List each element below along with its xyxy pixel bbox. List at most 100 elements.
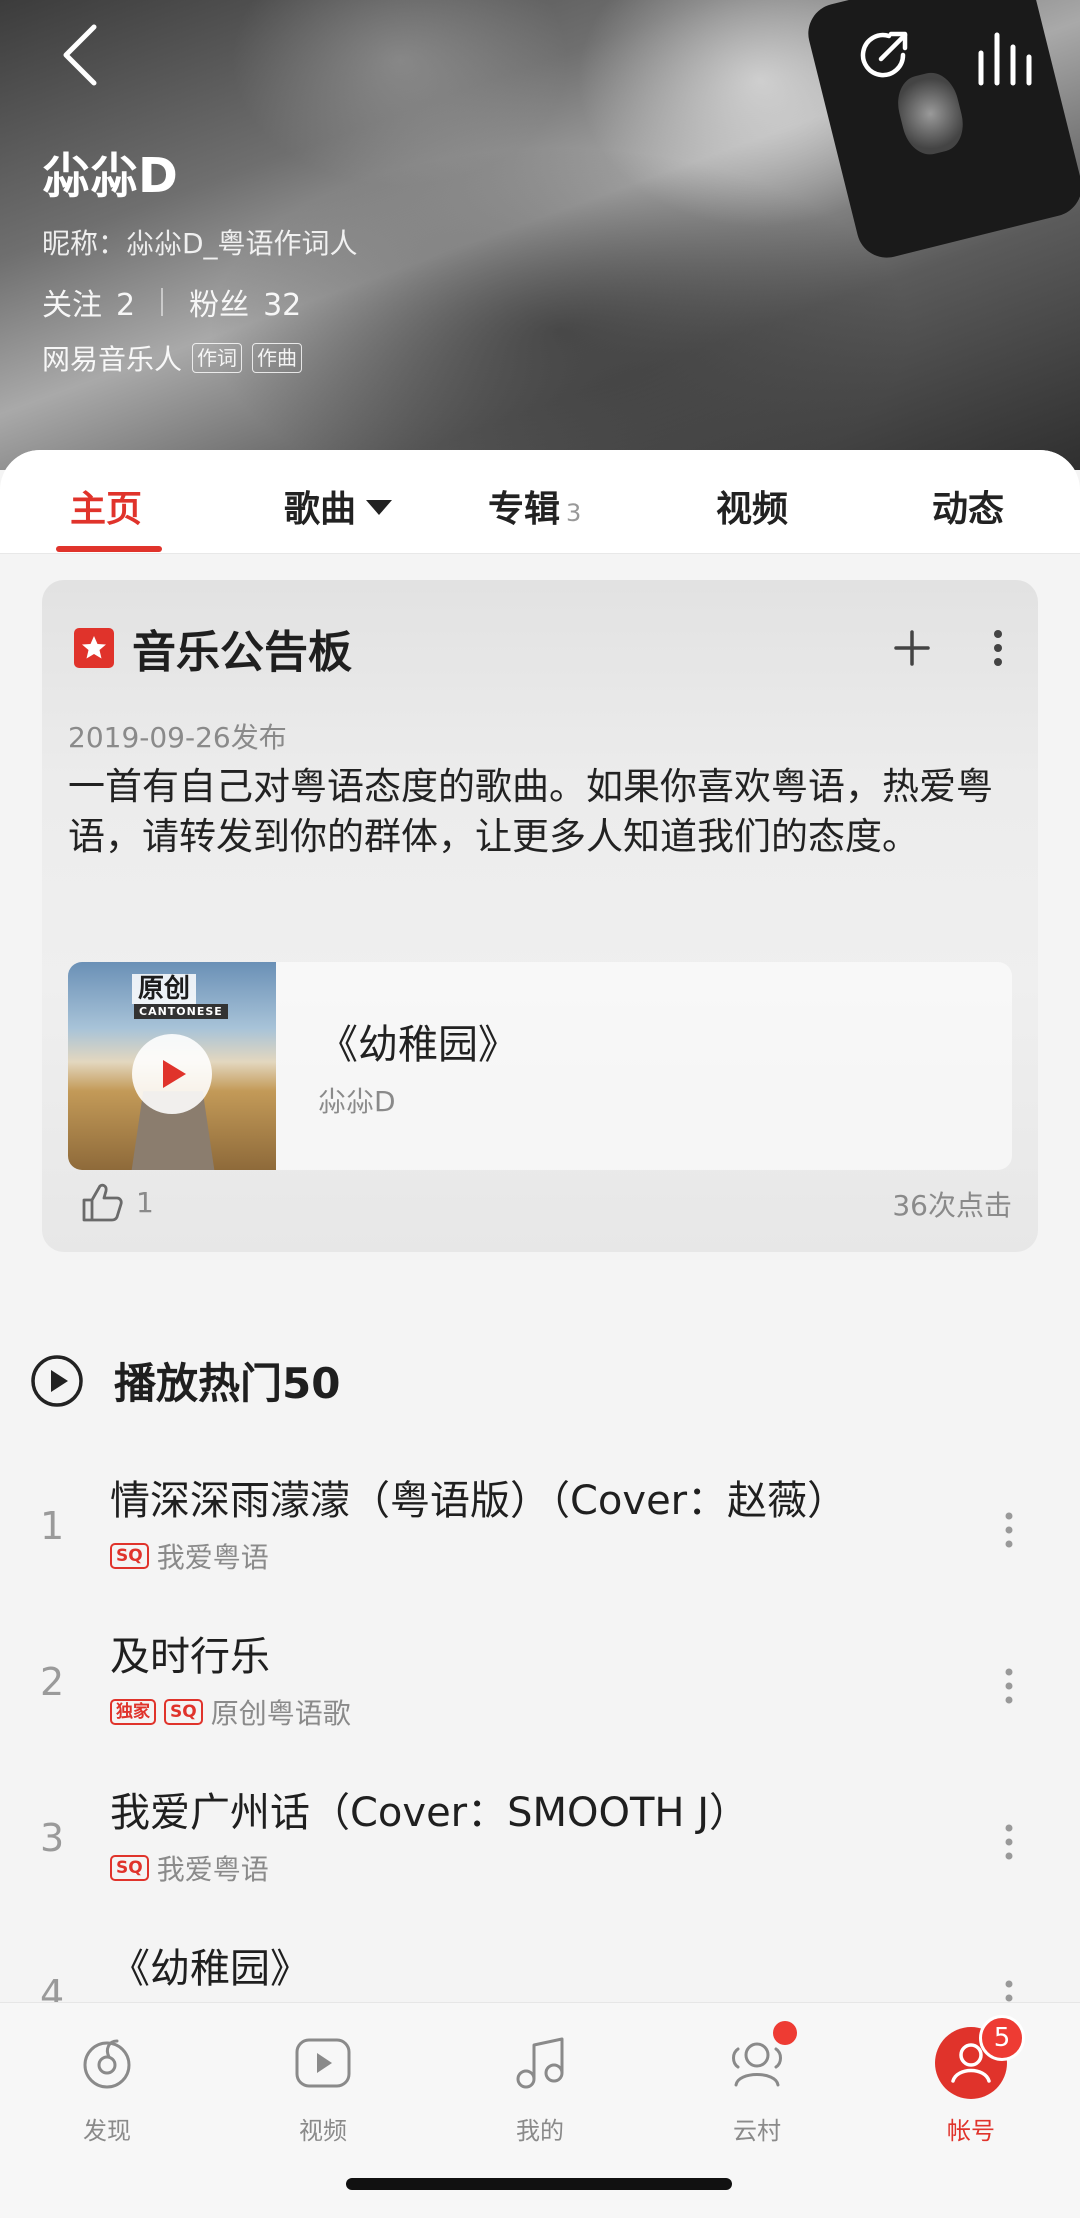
song-cover: 原创 CANTONESE bbox=[68, 962, 276, 1170]
more-vertical-icon bbox=[1005, 1668, 1013, 1704]
artist-header: 尛尛D 昵称：尛尛D_粤语作词人 关注 2 粉丝 32 网易音乐人 作词 作曲 bbox=[0, 0, 1080, 470]
bookmark-star-icon bbox=[74, 628, 114, 668]
sq-badge: SQ bbox=[164, 1699, 203, 1725]
track-more-button[interactable] bbox=[994, 1656, 1024, 1716]
track-album: 原创粤语歌 bbox=[210, 1697, 351, 1730]
track-title: 情深深雨濛濛（粤语版）（Cover：赵薇） bbox=[110, 1478, 848, 1524]
more-vertical-icon bbox=[1005, 1824, 1013, 1860]
home-indicator bbox=[346, 2178, 732, 2190]
share-button[interactable] bbox=[850, 20, 920, 90]
song-artist: 尛尛D bbox=[318, 1085, 396, 1118]
back-arrow-icon bbox=[63, 24, 97, 86]
artist-nickname: 昵称：尛尛D_粤语作词人 bbox=[42, 227, 358, 260]
nav-community-label: 云村 bbox=[733, 2117, 781, 2145]
track-meta: SQ 我爱粤语 bbox=[110, 1536, 269, 1576]
bulletin-header: 音乐公告板 bbox=[74, 616, 352, 680]
fans-count: 32 bbox=[263, 288, 302, 323]
composer-tag: 作曲 bbox=[252, 343, 303, 373]
video-icon bbox=[295, 2038, 351, 2088]
lyricist-tag: 作词 bbox=[192, 343, 243, 373]
like-count: 1 bbox=[136, 1185, 154, 1219]
track-more-button[interactable] bbox=[994, 1500, 1024, 1560]
tab-home[interactable]: 主页 bbox=[70, 480, 142, 532]
track-meta: SQ 我爱粤语 bbox=[110, 1848, 269, 1888]
back-button[interactable] bbox=[50, 20, 110, 90]
track-number: 1 bbox=[40, 1504, 65, 1548]
musician-badges: 网易音乐人 作词 作曲 bbox=[42, 338, 303, 378]
nav-community[interactable]: 云村 bbox=[692, 2021, 822, 2146]
nav-account[interactable]: 5 帐号 bbox=[906, 2015, 1036, 2146]
track-title: 及时行乐 bbox=[110, 1634, 270, 1680]
track-title: 《幼稚园》 bbox=[110, 1946, 310, 1992]
music-bulletin-card: 音乐公告板 2019-09-26发布 一首有自己对粤语态度的歌曲。如果你喜欢粤语… bbox=[42, 580, 1038, 1252]
follow-separator bbox=[161, 288, 164, 316]
nav-video[interactable]: 视频 bbox=[258, 2021, 388, 2146]
profile-content: 主页 歌曲 专辑 3 视频 动态 音乐公告板 2019-09-26发布 一首有自… bbox=[0, 450, 1080, 2218]
track-more-button[interactable] bbox=[994, 1812, 1024, 1872]
account-badge: 5 bbox=[979, 2015, 1025, 2061]
tab-videos-label: 视频 bbox=[716, 489, 789, 530]
cover-logo-text: 原创 bbox=[132, 974, 197, 1004]
musician-label: 网易音乐人 bbox=[42, 343, 183, 376]
following-link[interactable]: 关注 2 bbox=[42, 280, 135, 324]
fans-label: 粉丝 bbox=[189, 288, 250, 323]
track-album: 我爱粤语 bbox=[156, 1541, 269, 1574]
fans-link[interactable]: 粉丝 32 bbox=[189, 280, 301, 324]
follow-stats: 关注 2 粉丝 32 bbox=[42, 280, 301, 324]
thumbs-up-icon bbox=[82, 1183, 123, 1222]
track-row[interactable]: 1 情深深雨濛濛（粤语版）（Cover：赵薇） SQ 我爱粤语 bbox=[0, 1460, 1080, 1610]
bulletin-song[interactable]: 原创 CANTONESE 《幼稚园》 尛尛D bbox=[68, 962, 1012, 1170]
tab-home-label: 主页 bbox=[70, 489, 143, 530]
nav-mine-label: 我的 bbox=[516, 2117, 564, 2145]
tab-videos[interactable]: 视频 bbox=[716, 480, 788, 532]
nav-discover-label: 发现 bbox=[83, 2117, 131, 2145]
track-title: 我爱广州话（Cover：SMOOTH J） bbox=[110, 1790, 750, 1836]
tab-activity[interactable]: 动态 bbox=[932, 480, 1004, 532]
track-album: 我爱粤语 bbox=[156, 1853, 269, 1886]
profile-tabs: 主页 歌曲 专辑 3 视频 动态 bbox=[0, 450, 1080, 554]
tab-activity-label: 动态 bbox=[932, 489, 1005, 530]
bulletin-text: 一首有自己对粤语态度的歌曲。如果你喜欢粤语，热爱粤语，请转发到你的群体，让更多人… bbox=[68, 765, 993, 858]
tab-albums-count: 3 bbox=[566, 499, 582, 527]
share-refresh-icon bbox=[860, 31, 908, 78]
bulletin-title: 音乐公告板 bbox=[132, 627, 352, 678]
hot-50-title: 播放热门50 bbox=[114, 1359, 341, 1408]
bulletin-date: 2019-09-26发布 bbox=[68, 721, 287, 754]
plus-icon bbox=[894, 630, 930, 666]
like-button[interactable]: 1 bbox=[80, 1180, 154, 1224]
nav-mine[interactable]: 我的 bbox=[475, 2021, 605, 2146]
tab-songs[interactable]: 歌曲 bbox=[284, 480, 393, 532]
music-note-icon bbox=[516, 2037, 564, 2089]
track-meta: 独家 SQ 原创粤语歌 bbox=[110, 1692, 351, 1732]
track-row[interactable]: 2 及时行乐 独家 SQ 原创粤语歌 bbox=[0, 1616, 1080, 1766]
play-circle-icon bbox=[31, 1354, 83, 1407]
tab-albums-label: 专辑 bbox=[488, 489, 561, 530]
more-vertical-icon bbox=[994, 630, 1002, 666]
more-vertical-icon bbox=[1005, 1512, 1013, 1548]
stats-button[interactable] bbox=[970, 22, 1040, 92]
following-count: 2 bbox=[116, 288, 136, 323]
nav-account-label: 帐号 bbox=[947, 2117, 995, 2145]
discover-icon bbox=[83, 2039, 131, 2089]
tab-albums[interactable]: 专辑 3 bbox=[488, 480, 581, 532]
active-tab-indicator bbox=[56, 546, 162, 552]
play-button[interactable] bbox=[132, 1034, 212, 1114]
sq-badge: SQ bbox=[110, 1543, 149, 1569]
add-bulletin-button[interactable] bbox=[884, 620, 940, 676]
track-number: 3 bbox=[40, 1816, 65, 1860]
nav-discover[interactable]: 发现 bbox=[42, 2021, 172, 2146]
notification-dot bbox=[773, 2021, 797, 2045]
exclusive-badge: 独家 bbox=[110, 1699, 156, 1725]
bulletin-more-button[interactable] bbox=[980, 620, 1016, 676]
play-hot-50-button[interactable]: 播放热门50 bbox=[30, 1350, 340, 1411]
caret-down-icon bbox=[366, 500, 393, 515]
track-row[interactable]: 3 我爱广州话（Cover：SMOOTH J） SQ 我爱粤语 bbox=[0, 1772, 1080, 1922]
cover-sub-text: CANTONESE bbox=[134, 1004, 228, 1019]
tab-songs-label: 歌曲 bbox=[284, 489, 357, 530]
sq-badge: SQ bbox=[110, 1855, 149, 1881]
stats-bars-icon bbox=[978, 32, 1032, 86]
following-label: 关注 bbox=[42, 288, 102, 323]
track-number: 2 bbox=[40, 1660, 65, 1704]
play-icon bbox=[163, 1060, 186, 1088]
artist-name: 尛尛D bbox=[42, 148, 178, 204]
